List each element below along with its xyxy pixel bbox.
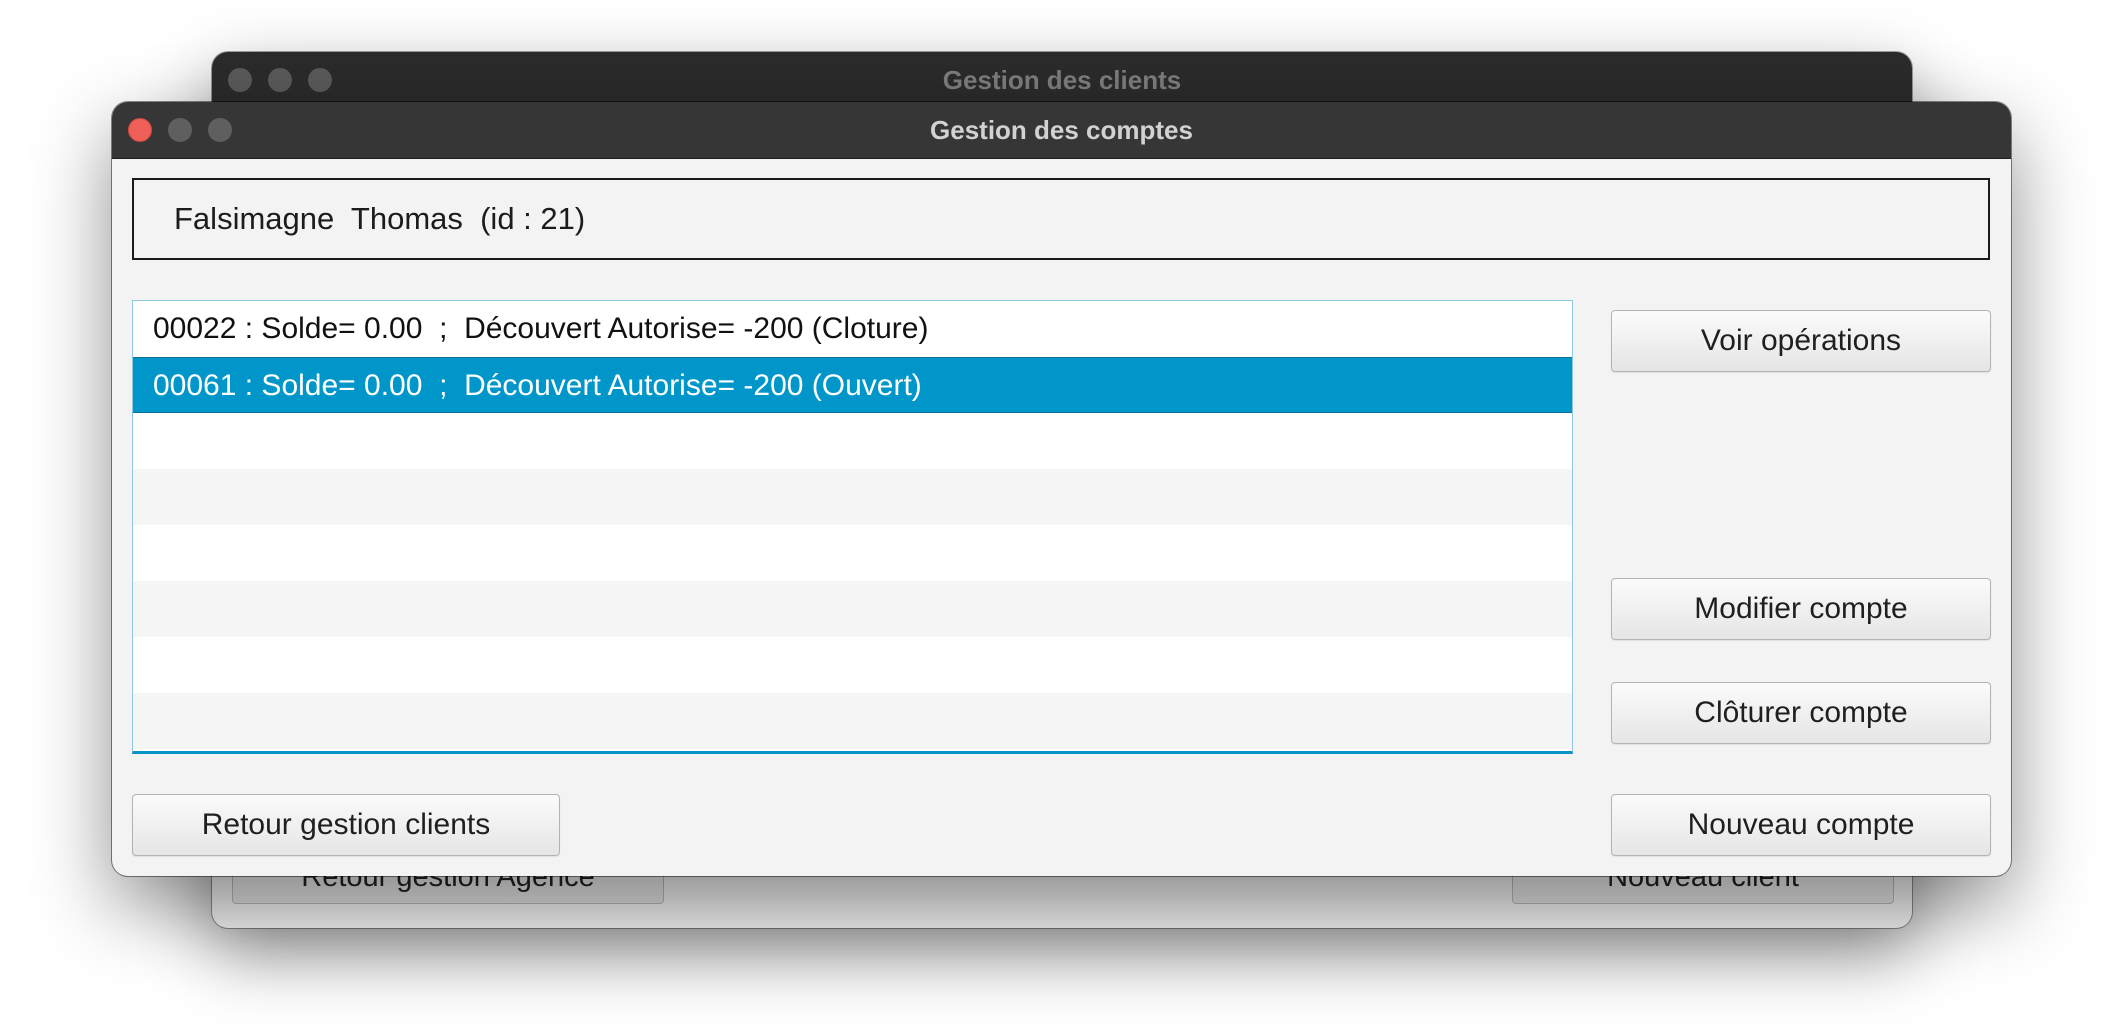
titlebar[interactable]: Gestion des comptes — [112, 102, 2011, 159]
account-list[interactable]: 00022 : Solde= 0.00 ; Découvert Autorise… — [132, 300, 1573, 754]
window-title: Gestion des comptes — [930, 115, 1193, 145]
close-account-button[interactable]: Clôturer compte — [1611, 682, 1991, 744]
background-window-title: Gestion des clients — [942, 65, 1182, 95]
back-clients-button[interactable]: Retour gestion clients — [132, 794, 560, 856]
empty-list-row — [133, 413, 1572, 469]
empty-list-row — [133, 581, 1572, 637]
background-titlebar[interactable]: Gestion des clients — [212, 52, 1912, 108]
list-item-selected[interactable]: 00061 : Solde= 0.00 ; Découvert Autorise… — [133, 357, 1572, 413]
modify-account-button[interactable]: Modifier compte — [1611, 578, 1991, 640]
client-info-panel: Falsimagne Thomas (id : 21) — [132, 178, 1990, 260]
empty-list-row — [133, 693, 1572, 749]
empty-list-row — [133, 469, 1572, 525]
empty-list-row — [133, 525, 1572, 581]
client-label: Falsimagne Thomas (id : 21) — [174, 201, 586, 236]
new-account-button[interactable]: Nouveau compte — [1611, 794, 1991, 856]
accounts-window[interactable]: Gestion des comptes Falsimagne Thomas (i… — [112, 102, 2011, 876]
empty-list-row — [133, 637, 1572, 693]
view-operations-button[interactable]: Voir opérations — [1611, 310, 1991, 372]
list-item[interactable]: 00022 : Solde= 0.00 ; Découvert Autorise… — [133, 301, 1572, 357]
